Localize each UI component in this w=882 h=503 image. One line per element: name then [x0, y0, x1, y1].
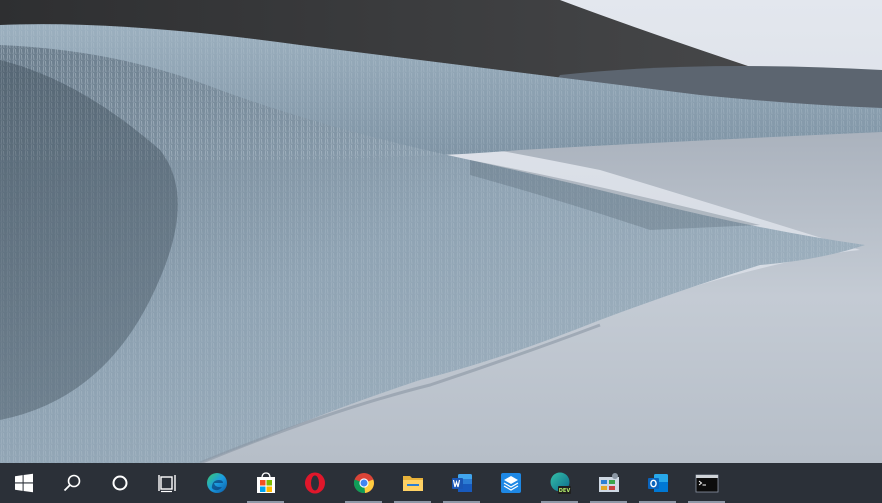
windows-logo-icon	[15, 473, 33, 493]
edge-dev-icon: DEV	[550, 472, 571, 494]
desktop-wallpaper	[0, 0, 882, 463]
chrome-icon	[353, 473, 374, 494]
folder-icon	[402, 476, 423, 491]
edge-icon	[206, 473, 227, 493]
word-icon	[451, 474, 472, 492]
taskbar-app-outlook[interactable]	[633, 463, 682, 503]
search-button[interactable]	[48, 463, 96, 503]
search-icon	[63, 474, 81, 492]
start-button[interactable]	[0, 463, 48, 503]
taskbar: DEV	[0, 463, 882, 503]
terminal-icon	[695, 474, 718, 493]
taskbar-app-word[interactable]	[437, 463, 486, 503]
outlook-icon	[647, 474, 668, 492]
cortana-circle-icon	[112, 475, 128, 491]
control-panel-icon	[598, 473, 619, 492]
cortana-button[interactable]	[96, 463, 144, 503]
task-view-button[interactable]	[144, 463, 192, 503]
opera-icon	[304, 472, 325, 494]
svg-text:DEV: DEV	[558, 488, 570, 494]
taskbar-app-edge[interactable]	[192, 463, 241, 503]
store-icon	[256, 472, 275, 493]
taskbar-app-control-panel[interactable]	[584, 463, 633, 503]
task-view-icon	[158, 475, 176, 493]
taskbar-app-opera[interactable]	[290, 463, 339, 503]
taskbar-app-file-explorer[interactable]	[388, 463, 437, 503]
taskbar-app-edge-dev[interactable]: DEV	[535, 463, 584, 503]
sandbox-box-icon	[500, 473, 521, 493]
taskbar-app-command-prompt[interactable]	[682, 463, 731, 503]
taskbar-app-sandbox[interactable]	[486, 463, 535, 503]
taskbar-app-store[interactable]	[241, 463, 290, 503]
taskbar-app-chrome[interactable]	[339, 463, 388, 503]
